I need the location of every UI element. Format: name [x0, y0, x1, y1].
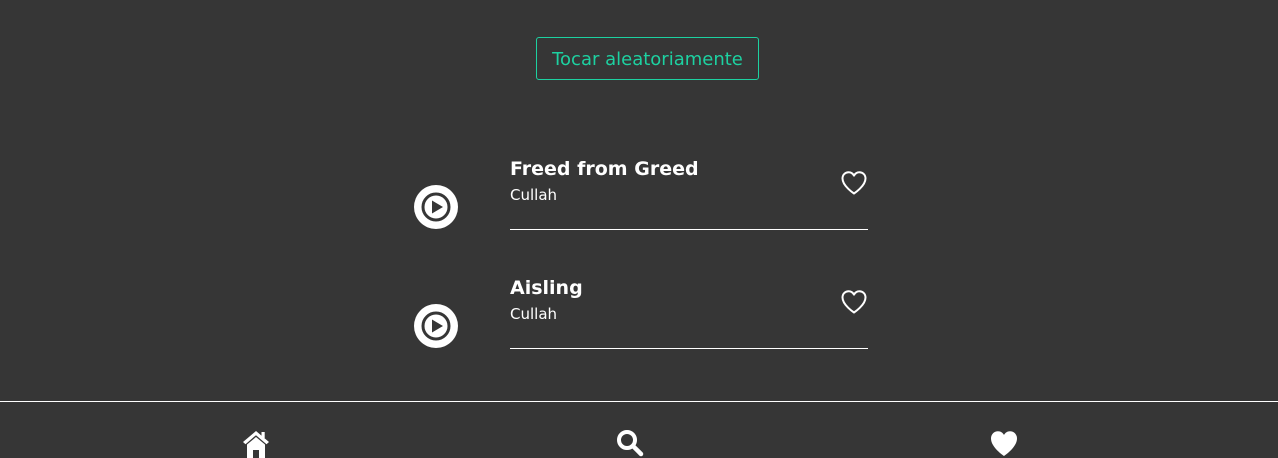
nav-favorites[interactable] [989, 428, 1019, 458]
heart-icon [991, 431, 1017, 456]
track-row: Freed from Greed Cullah [414, 140, 868, 230]
track-title: Freed from Greed [510, 158, 699, 180]
nav-home[interactable] [241, 428, 271, 458]
track-artist: Cullah [510, 305, 558, 323]
track-artist: Cullah [510, 186, 558, 204]
play-icon [421, 192, 451, 222]
nav-search[interactable] [615, 428, 645, 458]
play-button[interactable] [414, 185, 458, 229]
search-icon [617, 430, 644, 457]
heart-outline-icon [841, 290, 867, 314]
play-icon [421, 311, 451, 341]
shuffle-play-button[interactable]: Tocar aleatoriamente [536, 37, 759, 80]
track-info: Freed from Greed Cullah [510, 158, 868, 230]
heart-outline-icon [841, 171, 867, 195]
favorite-button[interactable] [840, 170, 868, 196]
home-icon [243, 431, 269, 458]
favorite-button[interactable] [840, 289, 868, 315]
music-page: Tocar aleatoriamente Freed from Greed Cu… [0, 0, 1278, 458]
bottom-nav [0, 401, 1278, 458]
track-row: Aisling Cullah [414, 259, 868, 349]
track-info: Aisling Cullah [510, 277, 868, 349]
track-title: Aisling [510, 277, 583, 299]
play-button[interactable] [414, 304, 458, 348]
